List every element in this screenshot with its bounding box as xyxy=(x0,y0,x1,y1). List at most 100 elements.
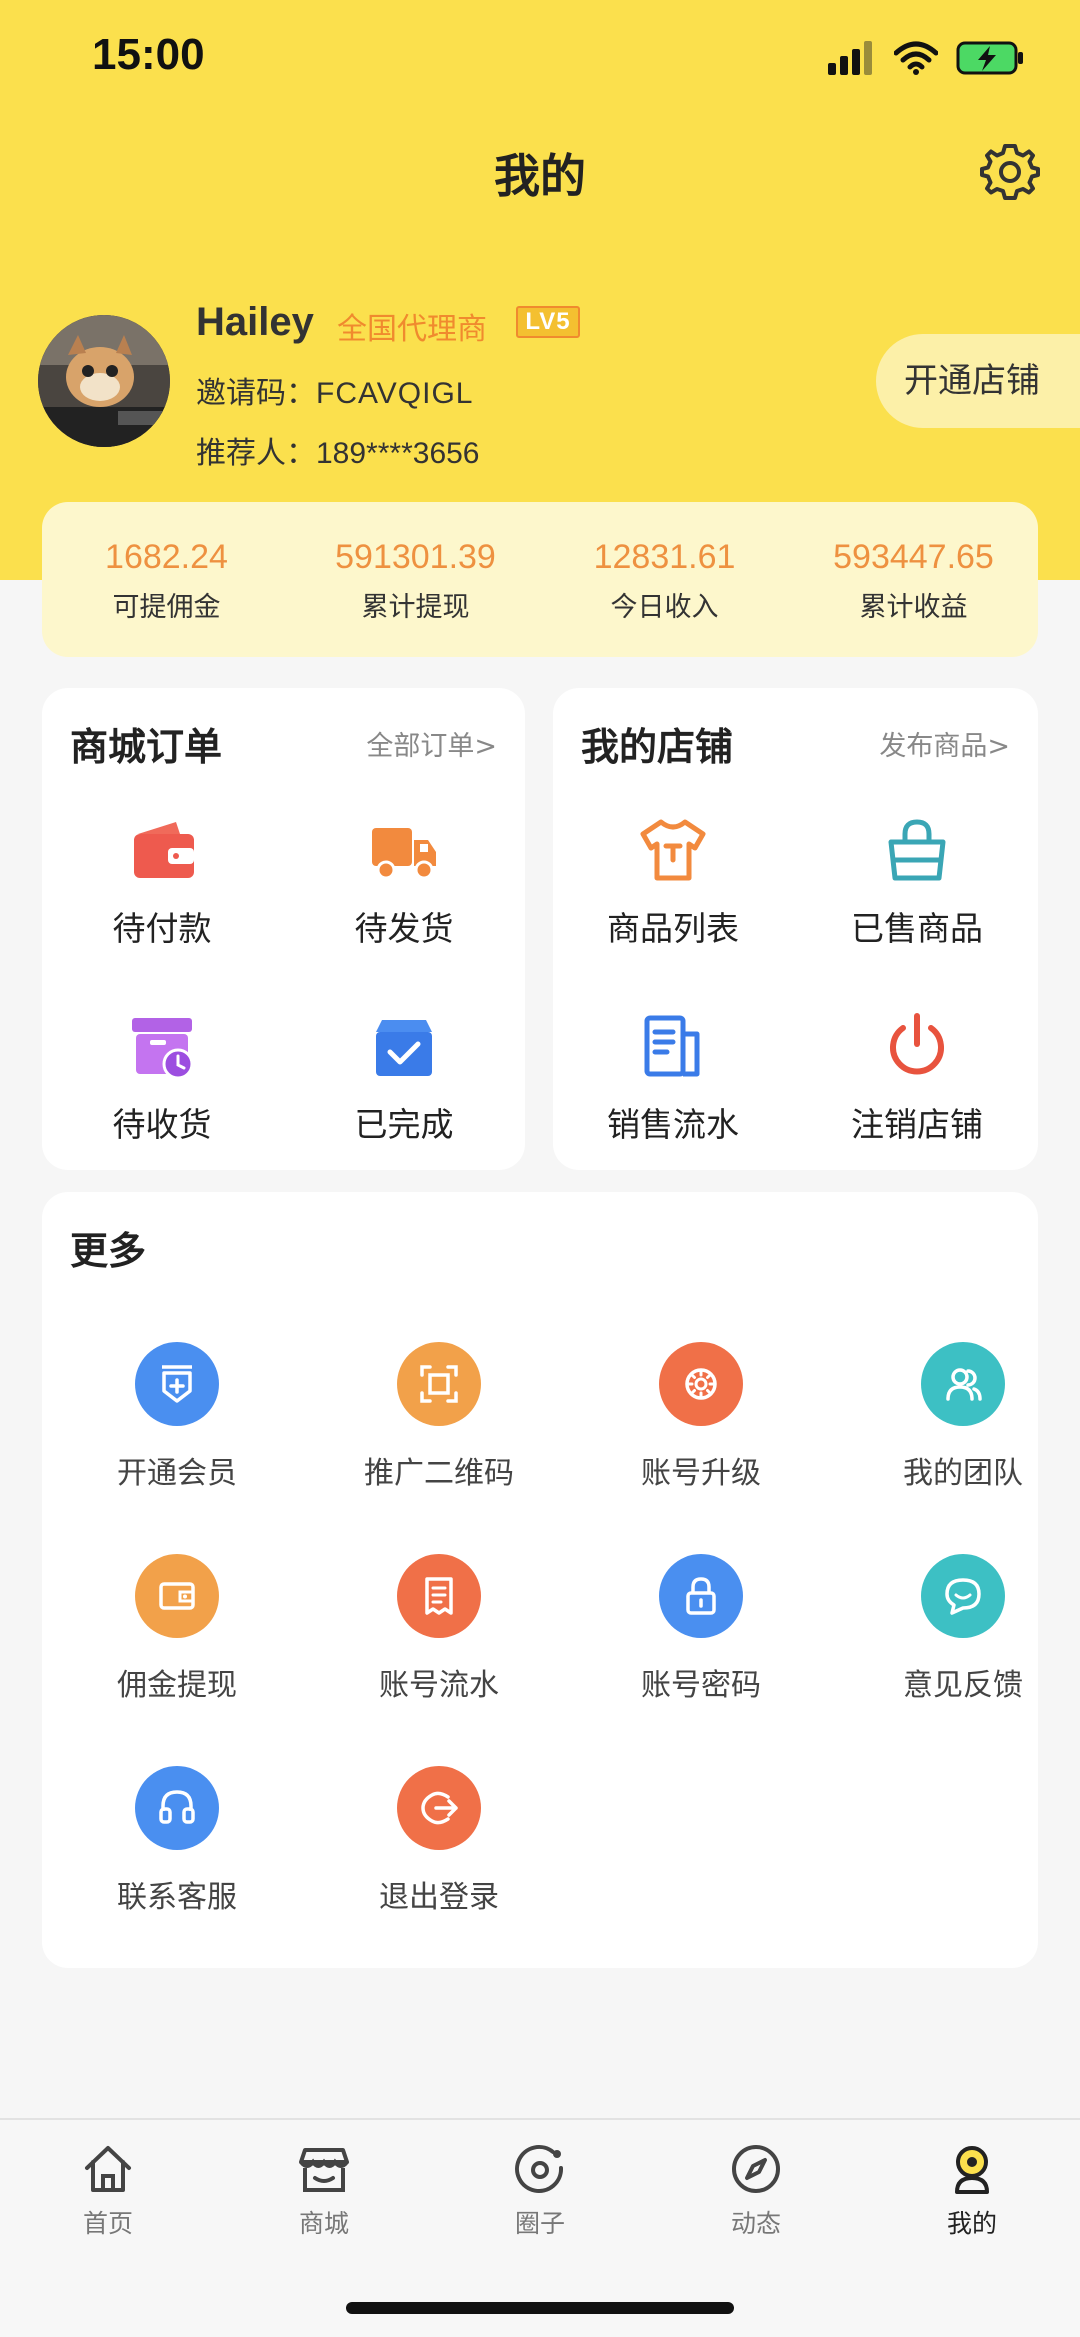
order-pending-shipment[interactable]: 待发货 xyxy=(284,814,524,950)
shopping-bag-icon xyxy=(888,819,946,881)
tab-mall[interactable]: 商城 xyxy=(216,2142,432,2240)
receipt-icon xyxy=(397,1554,481,1638)
shop-label: 销售流水 xyxy=(607,1105,739,1144)
power-icon xyxy=(890,1013,944,1075)
more-label: 账号密码 xyxy=(641,1668,761,1703)
stat-today-income[interactable]: 12831.61 今日收入 xyxy=(540,502,789,657)
more-item-logout[interactable]: 退出登录 xyxy=(308,1766,570,1916)
circle-icon xyxy=(515,2144,564,2193)
lock-icon xyxy=(659,1554,743,1638)
tab-label: 我的 xyxy=(946,2209,997,2238)
more-label: 退出登录 xyxy=(379,1880,499,1915)
order-label: 待付款 xyxy=(112,909,212,948)
wifi-icon xyxy=(894,41,938,75)
stat-label: 累计提现 xyxy=(361,592,470,623)
more-label: 推广二维码 xyxy=(364,1456,514,1491)
home-icon xyxy=(85,2146,131,2192)
headset-icon xyxy=(135,1766,219,1850)
referrer-label: 推荐人： xyxy=(196,436,316,471)
more-item-account-flow[interactable]: 账号流水 xyxy=(308,1554,570,1704)
tab-home[interactable]: 首页 xyxy=(0,2142,216,2240)
tab-profile[interactable]: 我的 xyxy=(864,2142,1080,2240)
more-item-contact-support[interactable]: 联系客服 xyxy=(46,1766,308,1916)
scan-frame-icon xyxy=(397,1342,481,1426)
invite-code-label: 邀请码： xyxy=(196,376,316,411)
shop-product-list[interactable]: 商品列表 xyxy=(553,814,793,950)
status-bar: 15:00 xyxy=(0,0,1080,120)
team-icon xyxy=(921,1342,1005,1426)
status-icons xyxy=(828,38,1026,78)
mall-orders-title: 商城订单 xyxy=(70,725,223,769)
stat-total-withdrawn[interactable]: 591301.39 累计提现 xyxy=(291,502,540,657)
avatar-image xyxy=(38,315,170,447)
truck-icon xyxy=(372,828,436,880)
referrer-phone: 189****3656 xyxy=(316,437,480,470)
more-label: 我的团队 xyxy=(903,1456,1023,1491)
tab-label: 圈子 xyxy=(514,2209,565,2238)
tab-circle[interactable]: 圈子 xyxy=(432,2142,648,2240)
battery-charging-icon xyxy=(956,41,1023,75)
gear-icon xyxy=(980,144,1040,200)
gear-badge-icon xyxy=(659,1342,743,1426)
order-label: 待发货 xyxy=(354,909,454,948)
more-item-open-membership[interactable]: 开通会员 xyxy=(46,1342,308,1492)
order-label: 已完成 xyxy=(354,1105,454,1144)
order-pending-receipt[interactable]: 待收货 xyxy=(42,1010,282,1146)
order-completed[interactable]: 已完成 xyxy=(284,1010,524,1146)
status-time: 15:00 xyxy=(92,30,205,79)
compass-icon xyxy=(732,2145,780,2193)
more-item-account-upgrade[interactable]: 账号升级 xyxy=(570,1342,832,1492)
shop-label: 注销店铺 xyxy=(851,1105,983,1144)
more-label: 开通会员 xyxy=(117,1456,237,1491)
more-item-promo-qrcode[interactable]: 推广二维码 xyxy=(308,1342,570,1492)
document-list-icon xyxy=(644,1015,700,1077)
vip-shield-icon xyxy=(135,1342,219,1426)
wallet-icon xyxy=(134,822,194,878)
logout-icon xyxy=(397,1766,481,1850)
order-label: 待收货 xyxy=(112,1105,212,1144)
more-label: 联系客服 xyxy=(117,1880,237,1915)
more-item-commission-withdraw[interactable]: 佣金提现 xyxy=(46,1554,308,1704)
chat-icon xyxy=(921,1554,1005,1638)
invite-code-line: 邀请码：FCAVQIGL xyxy=(196,368,473,412)
shop-close-store[interactable]: 注销店铺 xyxy=(797,1010,1037,1146)
tshirt-icon xyxy=(640,819,706,881)
open-shop-button[interactable]: 开通店铺 xyxy=(876,334,1080,428)
more-item-account-password[interactable]: 账号密码 xyxy=(570,1554,832,1704)
publish-product-link[interactable]: 发布商品> xyxy=(879,724,1010,763)
stats-card: 1682.24 可提佣金 591301.39 累计提现 12831.61 今日收… xyxy=(42,502,1038,657)
profile-icon xyxy=(955,2146,989,2194)
box-clock-icon xyxy=(132,1018,194,1080)
tab-feed[interactable]: 动态 xyxy=(648,2142,864,2240)
username: Hailey xyxy=(196,300,314,344)
wallet-icon xyxy=(135,1554,219,1638)
stat-withdrawable-commission[interactable]: 1682.24 可提佣金 xyxy=(42,502,291,657)
all-orders-link[interactable]: 全部订单> xyxy=(366,724,497,763)
stat-value: 12831.61 xyxy=(593,538,736,576)
mall-orders-card: 商城订单 全部订单> 待付款 待发货 待收货 已完成 xyxy=(42,688,525,1170)
home-indicator xyxy=(346,2302,734,2314)
order-pending-payment[interactable]: 待付款 xyxy=(42,814,282,950)
more-label: 意见反馈 xyxy=(903,1668,1023,1703)
tab-label: 商城 xyxy=(298,2209,349,2238)
stat-value: 593447.65 xyxy=(833,538,994,576)
level-badge: LV5 xyxy=(516,306,580,338)
tab-label: 首页 xyxy=(82,2209,133,2238)
role-tag: 全国代理商 xyxy=(337,312,487,347)
more-item-my-team[interactable]: 我的团队 xyxy=(832,1342,1080,1492)
stat-value: 591301.39 xyxy=(335,538,496,576)
shop-sales-flow[interactable]: 销售流水 xyxy=(553,1010,793,1146)
my-shop-card: 我的店铺 发布商品> 商品列表 已售商品 销售流水 注销店铺 xyxy=(553,688,1038,1170)
more-item-feedback[interactable]: 意见反馈 xyxy=(832,1554,1080,1704)
settings-button[interactable] xyxy=(978,140,1042,204)
avatar[interactable] xyxy=(38,315,170,447)
more-label: 账号流水 xyxy=(379,1668,499,1703)
shop-label: 已售商品 xyxy=(851,909,983,948)
shop-sold-products[interactable]: 已售商品 xyxy=(797,814,1037,950)
bag-check-icon xyxy=(376,1020,432,1076)
stat-value: 1682.24 xyxy=(105,538,228,576)
stat-total-earnings[interactable]: 593447.65 累计收益 xyxy=(789,502,1038,657)
signal-icon xyxy=(828,41,872,75)
invite-code-value[interactable]: FCAVQIGL xyxy=(316,377,473,410)
more-card: 更多 开通会员 推广二维码 账号升级 我的团队 佣金提现 账号流水 账号密码 意… xyxy=(42,1192,1038,1968)
